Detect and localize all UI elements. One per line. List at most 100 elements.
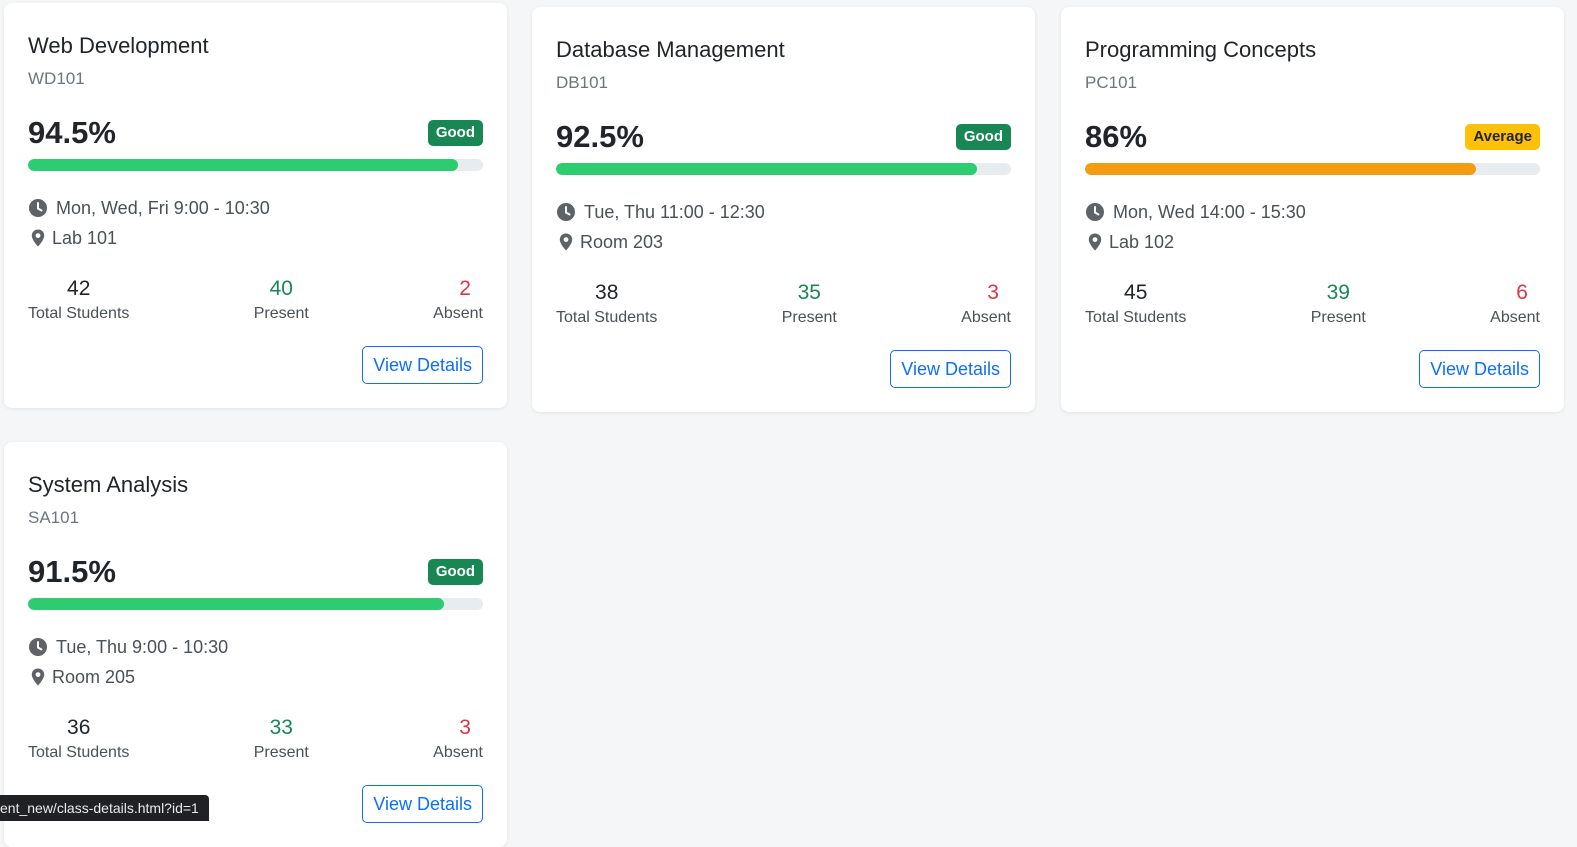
- attendance-row: 94.5% Good: [28, 113, 483, 153]
- stat-present: 39 Present: [1311, 279, 1366, 329]
- schedule-text: Mon, Wed 14:00 - 15:30: [1113, 201, 1306, 222]
- clock-icon: [28, 198, 48, 218]
- class-code: SA101: [28, 508, 80, 527]
- clock-icon: [28, 637, 48, 657]
- status-url: ent_new/class-details.html?id=1: [0, 800, 199, 816]
- map-pin-icon: [28, 228, 45, 248]
- class-card: System Analysis SA101 91.5% Good Tue, Th…: [4, 442, 507, 847]
- room-text: Room 205: [52, 666, 136, 687]
- present-label: Present: [1310, 309, 1366, 326]
- stat-total: 38 Total Students: [556, 279, 657, 329]
- status-badge: Good: [427, 559, 483, 585]
- class-card: Programming Concepts PC101 86% Average M…: [1061, 7, 1564, 412]
- clock-icon: [556, 202, 576, 222]
- attendance-row: 86% Average: [1085, 117, 1540, 157]
- present-label: Present: [253, 305, 309, 322]
- room-text: Room 203: [580, 231, 664, 252]
- present-count: 40: [269, 277, 293, 300]
- status-badge: Good: [427, 120, 483, 146]
- total-students-count: 38: [595, 281, 619, 304]
- absent-label: Absent: [961, 309, 1011, 326]
- attendance-progress-fill: [1085, 163, 1477, 175]
- class-title: System Analysis: [28, 472, 189, 497]
- status-badge: Average: [1465, 124, 1540, 150]
- view-details-button[interactable]: View Details: [1419, 350, 1540, 388]
- view-details-button[interactable]: View Details: [890, 350, 1011, 388]
- stat-absent: 6 Absent: [1490, 279, 1540, 329]
- attendance-stats: 42 Total Students 40 Present 2 Absent: [28, 275, 483, 325]
- absent-count: 6: [1516, 281, 1528, 304]
- absent-count: 2: [459, 277, 471, 300]
- present-count: 35: [797, 281, 821, 304]
- attendance-progress-fill: [556, 163, 977, 175]
- attendance-stats: 45 Total Students 39 Present 6 Absent: [1085, 279, 1540, 329]
- attendance-progress-fill: [28, 598, 445, 610]
- attendance-stats: 36 Total Students 33 Present 3 Absent: [28, 714, 483, 764]
- absent-count: 3: [459, 716, 471, 739]
- schedule-row: Mon, Wed 14:00 - 15:30: [1085, 197, 1540, 227]
- map-pin-icon: [28, 667, 45, 687]
- view-details-button[interactable]: View Details: [362, 346, 483, 384]
- total-students-count: 45: [1124, 281, 1148, 304]
- stat-present: 33 Present: [254, 714, 309, 764]
- class-title: Web Development: [28, 33, 209, 58]
- absent-label: Absent: [433, 744, 483, 761]
- total-students-label: Total Students: [28, 744, 130, 761]
- class-code: WD101: [28, 69, 85, 88]
- total-students-label: Total Students: [1085, 309, 1187, 326]
- schedule-row: Mon, Wed, Fri 9:00 - 10:30: [28, 193, 483, 223]
- schedule-text: Tue, Thu 11:00 - 12:30: [584, 201, 765, 222]
- class-title: Database Management: [556, 37, 785, 62]
- stat-total: 36 Total Students: [28, 714, 129, 764]
- present-count: 33: [269, 716, 293, 739]
- absent-count: 3: [987, 281, 999, 304]
- attendance-stats: 38 Total Students 35 Present 3 Absent: [556, 279, 1011, 329]
- present-label: Present: [781, 309, 837, 326]
- absent-label: Absent: [433, 305, 483, 322]
- card-actions: View Details: [28, 346, 483, 384]
- attendance-row: 91.5% Good: [28, 552, 483, 592]
- class-title: Programming Concepts: [1085, 37, 1317, 62]
- status-badge: Good: [955, 124, 1011, 150]
- schedule-row: Tue, Thu 11:00 - 12:30: [556, 197, 1011, 227]
- total-students-count: 42: [67, 277, 91, 300]
- map-pin-icon: [556, 232, 573, 252]
- class-card: Database Management DB101 92.5% Good Tue…: [532, 7, 1035, 412]
- map-pin-icon: [1085, 232, 1102, 252]
- attendance-progress-bar: [28, 159, 483, 171]
- stat-present: 35 Present: [782, 279, 837, 329]
- schedule-text: Mon, Wed, Fri 9:00 - 10:30: [56, 197, 270, 218]
- class-code: PC101: [1085, 73, 1137, 92]
- attendance-percent: 92.5%: [556, 119, 644, 154]
- present-label: Present: [253, 744, 309, 761]
- link-status-bar: ent_new/class-details.html?id=1: [0, 795, 209, 821]
- clock-icon: [1085, 202, 1105, 222]
- room-text: Lab 101: [52, 227, 118, 248]
- stat-absent: 3 Absent: [961, 279, 1011, 329]
- stat-absent: 3 Absent: [433, 714, 483, 764]
- total-students-label: Total Students: [556, 309, 658, 326]
- absent-label: Absent: [1490, 309, 1540, 326]
- present-count: 39: [1326, 281, 1350, 304]
- schedule-text: Tue, Thu 9:00 - 10:30: [56, 636, 229, 657]
- attendance-progress-fill: [28, 159, 458, 171]
- card-actions: View Details: [1085, 350, 1540, 388]
- stat-absent: 2 Absent: [433, 275, 483, 325]
- attendance-progress-bar: [1085, 163, 1540, 175]
- total-students-count: 36: [67, 716, 91, 739]
- room-text: Lab 102: [1109, 231, 1175, 252]
- attendance-percent: 91.5%: [28, 554, 116, 589]
- view-details-button[interactable]: View Details: [362, 785, 483, 823]
- attendance-percent: 86%: [1085, 119, 1148, 154]
- attendance-row: 92.5% Good: [556, 117, 1011, 157]
- stat-present: 40 Present: [254, 275, 309, 325]
- attendance-progress-bar: [556, 163, 1011, 175]
- total-students-label: Total Students: [28, 305, 130, 322]
- attendance-progress-bar: [28, 598, 483, 610]
- room-row: Lab 102: [1085, 227, 1540, 257]
- stat-total: 45 Total Students: [1085, 279, 1186, 329]
- room-row: Room 203: [556, 227, 1011, 257]
- room-row: Room 205: [28, 662, 483, 692]
- class-code: DB101: [556, 73, 608, 92]
- stat-total: 42 Total Students: [28, 275, 129, 325]
